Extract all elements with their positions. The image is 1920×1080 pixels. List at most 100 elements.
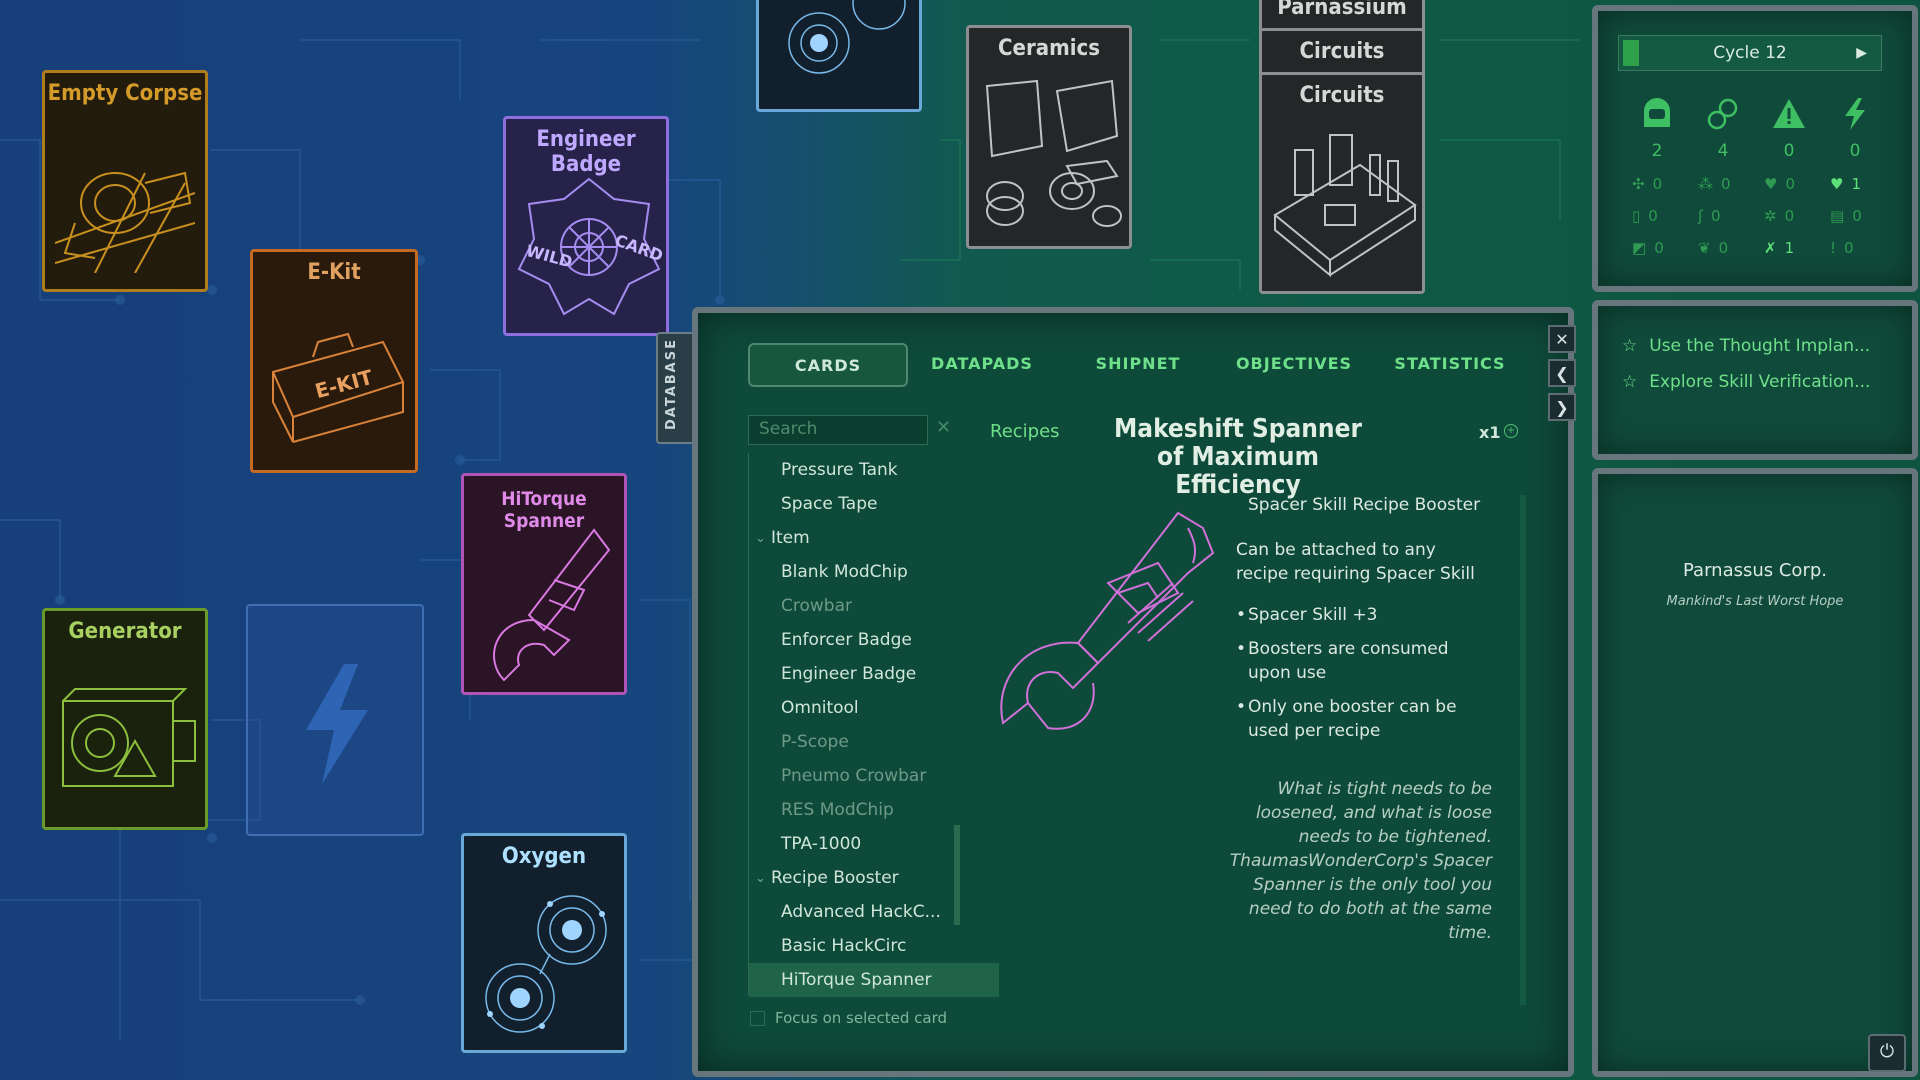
power-button[interactable]: ⏻	[1868, 1034, 1906, 1072]
tree-item[interactable]: Pressure Tank	[749, 453, 999, 487]
badge-wild-label: WILD	[524, 241, 574, 272]
card-oxygen[interactable]: Oxygen	[461, 833, 627, 1053]
tree-item[interactable]: Basic HackCirc	[749, 929, 999, 963]
molecule-icon	[1707, 98, 1738, 130]
tree-item-label: Enforcer Badge	[781, 630, 912, 650]
close-button[interactable]: ✕	[1548, 325, 1576, 353]
tree-item[interactable]: Space Tape	[749, 487, 999, 521]
next-button[interactable]: ❯	[1548, 393, 1576, 421]
mini-stat: ✲ 0	[1764, 207, 1826, 225]
circuits-art-icon	[1273, 134, 1417, 278]
helmet-icon	[1644, 98, 1670, 127]
card-bullet: Boosters are consumed upon use	[1236, 637, 1486, 685]
objective-item[interactable]: ☆ Use the Thought Implan...	[1622, 336, 1870, 356]
tree-item-label: TPA-1000	[781, 834, 862, 854]
company-panel: Parnassus Corp. Mankind's Last Worst Hop…	[1592, 468, 1918, 1077]
focus-selected-toggle[interactable]: Focus on selected card	[750, 1009, 947, 1027]
play-icon[interactable]: ▶	[1856, 36, 1867, 70]
tree-item-label: RES ModChip	[781, 800, 894, 820]
tab-shipnet[interactable]: SHIPNET	[1060, 343, 1216, 383]
tree-item[interactable]: P-Scope	[749, 725, 999, 759]
tree-item[interactable]: Blank ModChip	[749, 555, 999, 589]
tree-item-label: Advanced HackC...	[781, 902, 941, 922]
recipes-link[interactable]: Recipes	[990, 421, 1060, 442]
tree-group[interactable]: ⌄ Item	[749, 521, 989, 555]
tree-item[interactable]: Engineer Badge	[749, 657, 999, 691]
mini-stat: ! 0	[1830, 239, 1892, 257]
tree-item[interactable]: HiTorque Spanner	[749, 963, 999, 997]
card-generator[interactable]: Generator	[42, 608, 208, 830]
detail-scrollbar[interactable]	[1520, 495, 1526, 1005]
card-hitorque-spanner[interactable]: HiTorque Spanner	[461, 473, 627, 695]
database-tab[interactable]: DATABASE	[656, 332, 694, 444]
card-tree[interactable]: Pressure Tank Space Tape ⌄ Item Blank ModChi…	[748, 453, 999, 997]
card-title: Ceramics	[998, 36, 1100, 61]
tree-item-label: Pressure Tank	[781, 460, 898, 480]
card-empty-corpse[interactable]: Empty Corpse	[42, 70, 208, 292]
lightning-icon	[306, 664, 368, 784]
tool-icon: ✣	[1632, 175, 1645, 193]
focus-label: Focus on selected card	[775, 1009, 948, 1027]
search-input[interactable]: Search	[748, 415, 928, 445]
tree-group[interactable]: ⌄ Recipe Booster	[749, 861, 989, 895]
tree-item-label: Blank ModChip	[781, 562, 908, 582]
mini-stat-value: 0	[1844, 239, 1854, 257]
power-slot[interactable]	[246, 604, 424, 836]
tree-item-label: Space Tape	[781, 494, 878, 514]
tree-item-label: Pneumo Crowbar	[781, 766, 927, 786]
card-ceramics[interactable]: Ceramics	[966, 25, 1132, 249]
tree-item[interactable]: Omnitool	[749, 691, 999, 725]
card-oxygen-partial[interactable]	[756, 0, 922, 112]
previous-button[interactable]: ❮	[1548, 359, 1576, 387]
tab-datapads[interactable]: DATAPADS	[904, 343, 1060, 383]
clear-search-icon[interactable]: ✕	[936, 417, 951, 438]
mini-stat: ◩ 0	[1632, 239, 1694, 257]
tree-item[interactable]: Enforcer Badge	[749, 623, 999, 657]
tree-item-label: Recipe Booster	[771, 868, 899, 888]
tree-item[interactable]: Pneumo Crowbar	[749, 759, 999, 793]
warning-icon	[1773, 99, 1805, 128]
tab-cards[interactable]: CARDS	[748, 343, 908, 387]
mini-stat: ♥ 0	[1764, 175, 1826, 193]
card-engineer-badge[interactable]: Engineer Badge WILD CARD	[503, 116, 669, 336]
star-icon: ☆	[1622, 336, 1638, 356]
mini-stat-value: 1	[1851, 175, 1861, 193]
close-icon: ✕	[1555, 329, 1569, 349]
tree-item[interactable]: RES ModChip	[749, 793, 999, 827]
badge-art-icon: WILD CARD	[517, 177, 664, 316]
tab-objectives[interactable]: OBJECTIVES	[1216, 343, 1372, 383]
status-panel: Cycle 12 ▶ 2 4 0 0 ✣ 0 ⁂ 0 ♥ 0 ♥ 1 ▯ 0 ʃ0 ✲ 0 …	[1592, 5, 1918, 292]
cycle-button[interactable]: Cycle 12 ▶	[1618, 35, 1882, 71]
tree-item[interactable]: TPA-1000	[749, 827, 999, 861]
tree-item[interactable]: Crowbar	[749, 589, 999, 623]
focus-checkbox[interactable]	[750, 1010, 765, 1026]
mini-stat-value: 0	[1654, 239, 1664, 257]
card-title: Circuits	[1299, 83, 1385, 108]
card-flavor-text: What is tight needs to be loosened, and …	[1229, 779, 1492, 943]
mini-stat-value: 0	[1785, 175, 1795, 193]
mini-stat: ✣ 0	[1632, 175, 1694, 193]
heart-icon: ♥	[1830, 175, 1844, 193]
cycle-label: Cycle 12	[1713, 43, 1787, 63]
tree-scrollbar[interactable]	[954, 825, 960, 925]
chevron-down-icon[interactable]: ⌄	[755, 871, 766, 886]
card-bullet: Only one booster can be used per recipe	[1236, 695, 1486, 743]
stat-helmet: 2	[1632, 97, 1682, 161]
chevron-down-icon[interactable]: ⌄	[755, 531, 766, 546]
objective-label: Use the Thought Implan...	[1649, 336, 1871, 356]
lightning-icon	[1845, 98, 1865, 130]
card-e-kit[interactable]: E-Kit E-KIT	[250, 249, 418, 473]
tree-item[interactable]: Advanced HackC...	[749, 895, 999, 929]
tab-statistics[interactable]: STATISTICS	[1372, 343, 1528, 383]
chevron-left-icon: ❮	[1555, 363, 1569, 383]
stat-value: 0	[1849, 141, 1861, 161]
card-subtype: Spacer Skill Recipe Booster	[1248, 495, 1481, 515]
objective-item[interactable]: ☆ Explore Skill Verification...	[1622, 372, 1870, 392]
tree-item-label: P-Scope	[781, 732, 849, 752]
e-kit-art-icon: E-KIT	[271, 332, 405, 443]
info-icon[interactable]: +	[1504, 424, 1518, 438]
generator-art-icon	[62, 688, 196, 787]
stat-warning: 0	[1764, 97, 1814, 161]
stat-molecule: 4	[1698, 97, 1748, 161]
card-circuits[interactable]: Circuits	[1259, 72, 1425, 294]
